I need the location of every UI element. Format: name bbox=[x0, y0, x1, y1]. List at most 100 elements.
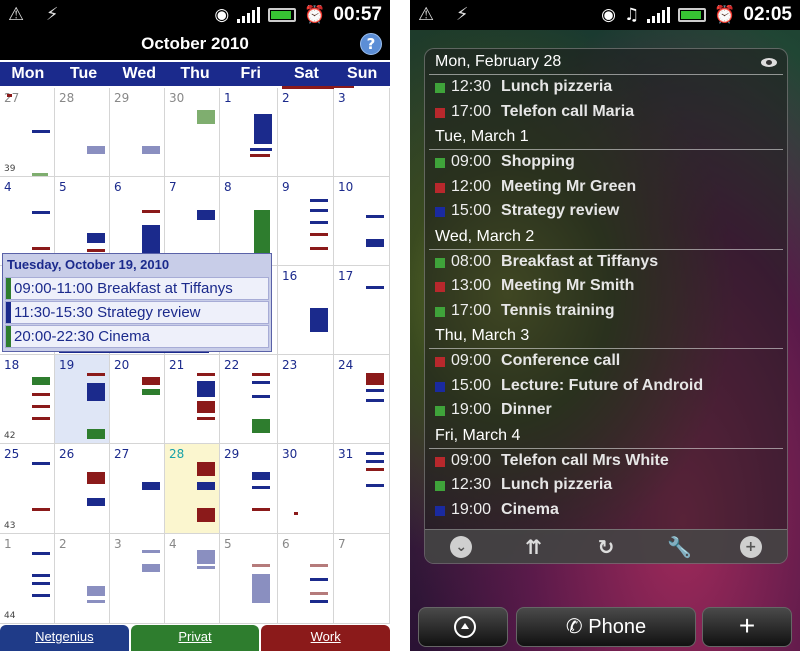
calendar-color-marker bbox=[435, 406, 445, 416]
scroll-down-icon[interactable]: ⌄ bbox=[450, 535, 473, 558]
day-cell[interactable]: 24 bbox=[334, 355, 390, 444]
agenda-event[interactable]: 08:00 Breakfast at Tiffanys bbox=[425, 250, 787, 275]
alarm-icon: ⏰ bbox=[304, 5, 326, 25]
day-cell[interactable]: 7 bbox=[334, 534, 390, 624]
agenda-event[interactable]: 17:00 Tennis training bbox=[425, 299, 787, 324]
day-number: 1 bbox=[224, 91, 232, 105]
day-cell[interactable]: 3 bbox=[334, 88, 390, 177]
day-cell[interactable]: 4 bbox=[165, 534, 220, 624]
event-marker bbox=[87, 233, 105, 243]
day-cell[interactable]: 25 43 bbox=[0, 444, 55, 534]
agenda-event[interactable]: 12:30 Lunch pizzeria bbox=[425, 75, 787, 100]
scroll-top-icon[interactable]: ⇈ bbox=[523, 536, 545, 558]
settings-wrench-icon[interactable]: 🔧 bbox=[667, 536, 692, 558]
agenda-event[interactable]: 19:00 Dinner bbox=[425, 398, 787, 423]
tab-privat[interactable]: Privat bbox=[130, 625, 260, 651]
popup-title: Tuesday, October 19, 2010 bbox=[7, 257, 170, 272]
popup-event[interactable]: 11:30-15:30 Strategy review bbox=[5, 301, 269, 324]
event-marker bbox=[197, 417, 215, 420]
agenda-day-title: Fri, March 4 bbox=[435, 426, 521, 444]
popup-event[interactable]: 09:00-11:00 Breakfast at Tiffanys bbox=[5, 277, 269, 300]
day-number: 19 bbox=[59, 358, 75, 372]
help-button[interactable]: ? bbox=[360, 33, 382, 55]
event-marker bbox=[197, 110, 215, 124]
day-cell[interactable]: 1 44 bbox=[0, 534, 55, 624]
agenda-event[interactable]: 09:00 Conference call bbox=[425, 349, 787, 374]
day-cell[interactable]: 10 bbox=[334, 177, 390, 266]
day-cell[interactable]: 9 bbox=[278, 177, 334, 266]
agenda-widget[interactable]: Mon, February 28 12:30 Lunch pizzeria 17:00… bbox=[424, 48, 788, 564]
day-cell[interactable]: 28 bbox=[165, 444, 220, 534]
day-cell[interactable]: 5 bbox=[220, 534, 278, 624]
agenda-event[interactable]: 12:00 Meeting Mr Green bbox=[425, 175, 787, 200]
day-cell[interactable]: 30 bbox=[165, 88, 220, 177]
event-marker bbox=[142, 225, 160, 255]
agenda-event[interactable]: 15:00 Strategy review bbox=[425, 199, 787, 224]
day-cell[interactable]: 16 bbox=[278, 266, 334, 355]
day-cell[interactable]: 28 bbox=[55, 88, 110, 177]
agenda-event[interactable]: 09:00 Telefon call Mrs White bbox=[425, 449, 787, 474]
day-cell[interactable]: 30 bbox=[278, 444, 334, 534]
event-marker bbox=[87, 600, 105, 603]
status-time: 00:57 bbox=[333, 4, 382, 25]
month-calendar-screen: ⚠ ⚡ ◉ ⏰ 00:57 October 2010 ? Mon Tue Wed Th… bbox=[0, 0, 390, 651]
day-cell[interactable]: 27 39 bbox=[0, 88, 55, 177]
day-number: 4 bbox=[4, 180, 12, 194]
day-cell[interactable]: 26 bbox=[55, 444, 110, 534]
agenda-list[interactable]: Mon, February 28 12:30 Lunch pizzeria 17:00… bbox=[425, 49, 787, 531]
day-detail-popup[interactable]: Tuesday, October 19, 2010 09:00-11:00 Br… bbox=[2, 253, 272, 352]
event-marker bbox=[142, 389, 160, 395]
day-cell[interactable]: 19 bbox=[55, 350, 209, 444]
phone-button[interactable]: ✆ Phone bbox=[516, 607, 696, 647]
calendar-color-marker bbox=[435, 158, 445, 168]
day-cell[interactable]: 17 bbox=[334, 266, 390, 355]
agenda-event[interactable]: 12:30 Lunch pizzeria bbox=[425, 473, 787, 498]
event-title: Lecture: Future of Android bbox=[501, 376, 704, 394]
day-number: 25 bbox=[4, 447, 20, 461]
day-cell[interactable]: 29 bbox=[110, 88, 165, 177]
day-cell[interactable]: 6 bbox=[278, 534, 334, 624]
day-cell[interactable]: 20 bbox=[110, 355, 165, 444]
day-cell[interactable]: 1 bbox=[220, 88, 278, 177]
agenda-event[interactable]: 19:00 Cinema bbox=[425, 498, 787, 523]
event-marker bbox=[197, 462, 215, 476]
day-cell[interactable]: 3 bbox=[110, 534, 165, 624]
event-marker bbox=[87, 146, 105, 154]
day-cell[interactable]: 2 bbox=[55, 534, 110, 624]
event-marker bbox=[252, 564, 270, 567]
popup-event-text: 20:00-22:30 Cinema bbox=[14, 328, 150, 345]
add-event-icon[interactable]: + bbox=[739, 535, 762, 558]
event-marker bbox=[252, 486, 270, 489]
agenda-event[interactable]: 17:00 Telefon call Maria bbox=[425, 100, 787, 125]
day-cell[interactable]: 29 bbox=[220, 444, 278, 534]
event-marker bbox=[142, 377, 160, 385]
event-title: Shopping bbox=[501, 153, 575, 170]
notification-icons: ⚠ ⚡ bbox=[8, 4, 67, 25]
event-color-marker bbox=[6, 326, 11, 347]
refresh-icon[interactable]: ↻ bbox=[595, 536, 617, 558]
tab-netgenius[interactable]: Netgenius bbox=[0, 625, 129, 651]
add-to-home-button[interactable]: + bbox=[702, 607, 792, 647]
app-drawer-button[interactable] bbox=[418, 607, 508, 647]
day-number: 2 bbox=[59, 537, 67, 551]
agenda-event[interactable]: 09:00 Shopping bbox=[425, 150, 787, 175]
weekday-label: Wed bbox=[122, 65, 157, 82]
event-title: Lunch pizzeria bbox=[501, 78, 613, 95]
agenda-event[interactable]: 13:00 Meeting Mr Smith bbox=[425, 274, 787, 299]
day-cell[interactable]: 2 bbox=[278, 86, 354, 177]
tab-work[interactable]: Work bbox=[261, 625, 390, 651]
day-cell[interactable]: 18 42 bbox=[0, 355, 55, 444]
day-number: 29 bbox=[224, 447, 240, 461]
month-title[interactable]: October 2010 bbox=[0, 34, 390, 54]
day-cell[interactable]: 21 bbox=[165, 355, 220, 444]
popup-event[interactable]: 20:00-22:30 Cinema bbox=[5, 325, 269, 348]
day-cell[interactable]: 22 bbox=[220, 355, 278, 444]
day-cell[interactable]: 27 bbox=[110, 444, 165, 534]
day-number: 28 bbox=[59, 91, 75, 105]
event-marker bbox=[366, 399, 384, 402]
eye-icon[interactable] bbox=[761, 58, 777, 67]
day-cell[interactable]: 31 bbox=[334, 444, 390, 534]
day-cell[interactable]: 23 bbox=[278, 355, 334, 444]
event-marker bbox=[252, 373, 270, 376]
agenda-event[interactable]: 15:00 Lecture: Future of Android bbox=[425, 374, 787, 399]
